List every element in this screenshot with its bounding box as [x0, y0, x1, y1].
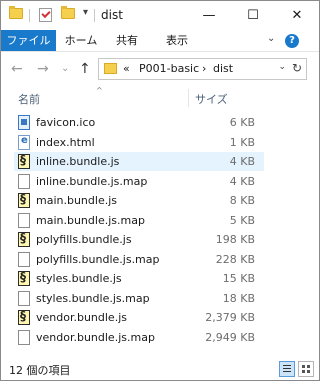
file-row[interactable]: polyfills.bundle.js198 KB: [14, 230, 264, 249]
details-view-button[interactable]: [279, 361, 295, 377]
breadcrumb-item-p001-basic[interactable]: P001-basic: [139, 62, 199, 75]
title-bar: ▾ dist — ☐ ✕: [1, 1, 319, 30]
file-size: 228 KB: [215, 252, 255, 266]
forward-button[interactable]: →: [37, 61, 49, 77]
breadcrumb-overflow[interactable]: «: [123, 62, 130, 75]
file-row[interactable]: vendor.bundle.js.map 2,949 KB: [14, 328, 264, 347]
new-folder-icon[interactable]: [61, 6, 75, 19]
address-bar[interactable]: « P001-basic › dist ⌄ ↻: [98, 58, 307, 80]
folder-icon: [104, 63, 117, 74]
window-title: dist: [101, 8, 123, 22]
file-row[interactable]: inline.bundle.js4 KB: [14, 152, 264, 171]
file-row[interactable]: styles.bundle.js15 KB: [14, 269, 264, 288]
explorer-window: ▾ dist — ☐ ✕ ファイル ホーム 共有 表示 ⌄ ? ← → ⌄ ↑ …: [0, 0, 320, 381]
column-header-name[interactable]: 名前: [18, 91, 40, 107]
file-size: 198 KB: [215, 233, 255, 246]
file-size: 8 KB: [229, 194, 255, 207]
divider: [29, 9, 30, 22]
recent-locations-icon[interactable]: ⌄: [61, 63, 69, 74]
up-button[interactable]: ↑: [79, 61, 91, 77]
help-icon[interactable]: ?: [285, 34, 299, 48]
large-icons-view-button[interactable]: [298, 361, 314, 377]
file-row[interactable]: index.html1 KB: [14, 133, 264, 152]
file-row[interactable]: polyfills.bundle.js.map 228 KB: [14, 250, 264, 269]
back-button[interactable]: ←: [11, 61, 23, 77]
file-size: 4 KB: [229, 155, 255, 168]
file-row[interactable]: favicon.ico 6 KB: [14, 113, 264, 132]
quick-access-dropdown-icon[interactable]: ▾: [83, 7, 88, 18]
navigation-bar: ← → ⌄ ↑ « P001-basic › dist ⌄ ↻: [1, 51, 319, 88]
sort-ascending-icon: ^: [96, 86, 103, 95]
tab-home[interactable]: ホーム: [63, 30, 99, 51]
properties-icon[interactable]: [39, 8, 52, 22]
tab-file[interactable]: ファイル: [1, 30, 56, 51]
breadcrumb-item-dist[interactable]: dist: [213, 62, 233, 75]
file-row[interactable]: main.bundle.js.map 5 KB: [14, 211, 264, 230]
ribbon-tabs: ファイル ホーム 共有 表示 ⌄ ?: [1, 30, 319, 51]
refresh-icon[interactable]: ↻: [292, 61, 302, 75]
file-row[interactable]: vendor.bundle.js2,379 KB: [14, 308, 264, 327]
breadcrumb-separator[interactable]: ›: [202, 62, 206, 75]
tab-share[interactable]: 共有: [112, 30, 142, 51]
file-row[interactable]: styles.bundle.js.map 18 KB: [14, 289, 264, 308]
column-headers: ^ 名前 サイズ: [1, 86, 319, 109]
file-row[interactable]: main.bundle.js8 KB: [14, 191, 264, 210]
file-size: 15 KB: [222, 272, 255, 285]
divider: [94, 9, 95, 22]
minimize-button[interactable]: —: [187, 1, 231, 30]
folder-icon: [9, 6, 23, 19]
item-count: 12 個の項目: [9, 364, 71, 377]
file-size: 18 KB: [222, 291, 255, 305]
file-row[interactable]: inline.bundle.js.map 4 KB: [14, 172, 264, 191]
file-size: 6 KB: [229, 116, 255, 129]
file-size: 2,949 KB: [205, 330, 255, 344]
file-size: 1 KB: [229, 135, 255, 149]
address-dropdown-icon[interactable]: ⌄: [278, 62, 286, 72]
file-size: 4 KB: [229, 174, 255, 188]
column-divider[interactable]: [188, 89, 189, 107]
status-bar: 12 個の項目: [1, 358, 319, 380]
file-size: 5 KB: [229, 213, 255, 227]
maximize-button[interactable]: ☐: [231, 1, 275, 30]
column-header-size[interactable]: サイズ: [195, 91, 228, 107]
file-size: 2,379 KB: [205, 311, 255, 324]
tab-view[interactable]: 表示: [162, 30, 192, 51]
expand-ribbon-icon[interactable]: ⌄: [267, 33, 275, 44]
close-button[interactable]: ✕: [275, 1, 319, 30]
